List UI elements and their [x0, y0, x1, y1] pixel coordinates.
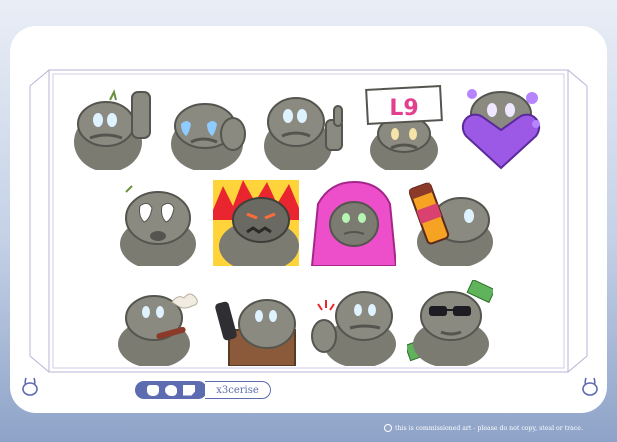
artist-handle[interactable]: x3cerise [205, 381, 271, 399]
emote-remote [213, 280, 299, 366]
emote-wave [70, 84, 156, 170]
emote-shocked [116, 180, 202, 266]
emote-blanket [310, 180, 396, 266]
emote-cry [167, 84, 253, 170]
emote-l9-sign: L9 [361, 84, 447, 170]
twitter-icon[interactable] [165, 384, 177, 396]
emote-sip-drink [407, 180, 493, 266]
emote-smoke [116, 280, 202, 366]
bunny-icon-right [582, 377, 598, 396]
emote-pinch [310, 280, 396, 366]
emote-thumbs-up [264, 84, 350, 170]
copyright-text: this is commissioned art - please do not… [395, 424, 583, 432]
copyright-notice: this is commissioned art - please do not… [384, 421, 614, 435]
artist-handle-text: x3cerise [216, 384, 259, 396]
bunny-mark-icon [384, 424, 392, 432]
emote-heart [458, 84, 544, 170]
bunny-icon-left [22, 377, 38, 396]
emote-rage [213, 180, 299, 266]
social-icons [135, 381, 207, 399]
decorative-frame [29, 69, 588, 373]
kofi-icon[interactable] [147, 384, 159, 396]
twitch-icon[interactable] [183, 384, 195, 396]
emote-money-sunglasses [407, 280, 493, 366]
l9-sign-text: L9 [389, 96, 418, 121]
